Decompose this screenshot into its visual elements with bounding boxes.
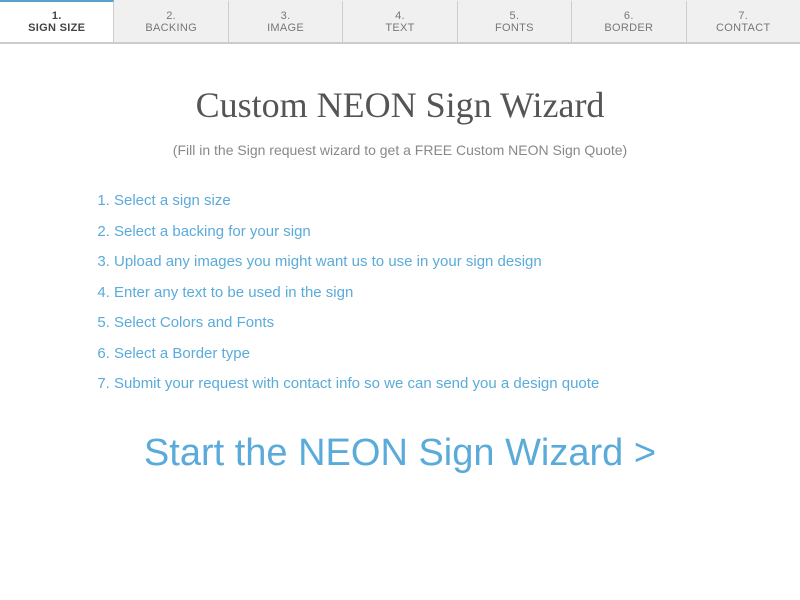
list-item: Upload any images you might want us to u… (114, 251, 710, 274)
steps-list: Select a sign size Select a backing for … (90, 190, 710, 396)
tab-image-number: 3. (233, 10, 338, 22)
list-item: Select Colors and Fonts (114, 312, 710, 335)
tab-text-number: 4. (347, 10, 452, 22)
step-7-text: Submit your request with contact info so… (114, 375, 599, 392)
page-title: Custom NEON Sign Wizard (90, 84, 710, 126)
main-content: Custom NEON Sign Wizard (Fill in the Sig… (0, 44, 800, 600)
list-item: Select a Border type (114, 343, 710, 366)
tab-image-label: IMAGE (267, 22, 304, 34)
tab-image[interactable]: 3. IMAGE (229, 0, 343, 42)
tab-border[interactable]: 6. BORDER (572, 0, 686, 42)
tab-contact[interactable]: 7. CONTACT (687, 0, 800, 42)
list-item: Enter any text to be used in the sign (114, 282, 710, 305)
tab-backing[interactable]: 2. BACKING (114, 0, 228, 42)
tab-backing-label: BACKING (145, 22, 197, 34)
list-item: Select a sign size (114, 190, 710, 213)
subtitle: (Fill in the Sign request wizard to get … (90, 142, 710, 158)
start-wizard-link[interactable]: Start the NEON Sign Wizard > (90, 432, 710, 475)
list-item: Select a backing for your sign (114, 221, 710, 244)
tab-text-label: TEXT (385, 22, 414, 34)
step-4-text: Enter any text to be used in the sign (114, 284, 353, 301)
content-box: Custom NEON Sign Wizard (Fill in the Sig… (90, 84, 710, 475)
tab-contact-number: 7. (691, 10, 796, 22)
tab-border-label: BORDER (604, 22, 653, 34)
tab-border-number: 6. (576, 10, 681, 22)
tab-fonts-label: FONTS (495, 22, 534, 34)
tab-backing-number: 2. (118, 10, 223, 22)
tab-fonts-number: 5. (462, 10, 567, 22)
tab-sign-size-label: SIGN SIZE (28, 22, 85, 34)
step-6-text: Select a Border type (114, 345, 250, 362)
step-2-text: Select a backing for your sign (114, 223, 311, 240)
tab-contact-label: CONTACT (716, 22, 770, 34)
step-1-text: Select a sign size (114, 192, 231, 209)
step-3-text: Upload any images you might want us to u… (114, 253, 542, 270)
step-5-text: Select Colors and Fonts (114, 314, 274, 331)
tab-text[interactable]: 4. TEXT (343, 0, 457, 42)
tab-fonts[interactable]: 5. FONTS (458, 0, 572, 42)
page-wrapper: 1. SIGN SIZE 2. BACKING 3. IMAGE 4. TEXT… (0, 0, 800, 600)
list-item: Submit your request with contact info so… (114, 373, 710, 396)
tab-bar: 1. SIGN SIZE 2. BACKING 3. IMAGE 4. TEXT… (0, 0, 800, 44)
tab-sign-size[interactable]: 1. SIGN SIZE (0, 0, 114, 42)
tab-sign-size-number: 1. (4, 10, 109, 22)
